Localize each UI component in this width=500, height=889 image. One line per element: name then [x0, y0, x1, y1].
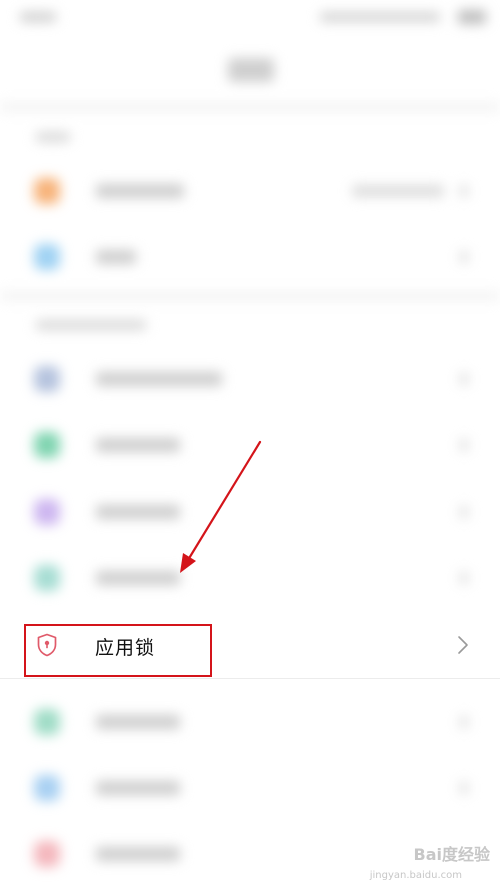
settings-row-label: [96, 781, 180, 795]
settings-row-label: [96, 847, 180, 861]
section-gap: [0, 102, 500, 112]
chevron-right-icon: [460, 251, 468, 263]
settings-row-label: [96, 250, 136, 264]
row-divider: [0, 678, 500, 679]
shield-lock-icon: [36, 633, 58, 657]
settings-row[interactable]: [0, 479, 500, 545]
settings-row-icon: [34, 178, 60, 204]
battery-icon: [458, 10, 486, 24]
settings-row-label: [96, 715, 180, 729]
settings-row[interactable]: [0, 545, 500, 611]
settings-row-label: [96, 372, 222, 386]
settings-row[interactable]: [0, 346, 500, 412]
status-indicators: [320, 12, 440, 22]
section-header: [36, 132, 70, 142]
status-bar: [0, 0, 500, 36]
settings-row[interactable]: [0, 755, 500, 821]
settings-row[interactable]: [0, 158, 500, 224]
settings-row-icon: [34, 366, 60, 392]
section-gap: [0, 291, 500, 301]
status-time: [20, 12, 56, 22]
chevron-right-icon: [460, 185, 468, 197]
settings-row-icon: [34, 841, 60, 867]
chevron-right-icon: [460, 716, 468, 728]
settings-row-label: [96, 505, 180, 519]
settings-row-label: [96, 184, 184, 198]
app-lock-label: 应用锁: [95, 637, 156, 659]
chevron-right-icon: [460, 506, 468, 518]
chevron-right-icon: [460, 572, 468, 584]
chevron-right-icon: [460, 439, 468, 451]
settings-row-icon: [34, 709, 60, 735]
page-title: [228, 58, 274, 82]
settings-row-label: [96, 438, 180, 452]
chevron-right-icon: [460, 782, 468, 794]
settings-row-icon: [34, 565, 60, 591]
settings-row-icon: [34, 432, 60, 458]
settings-row[interactable]: [0, 689, 500, 755]
settings-row[interactable]: [0, 412, 500, 478]
settings-row-icon: [34, 775, 60, 801]
chevron-right-icon: [460, 373, 468, 385]
watermark-url: jingyan.baidu.com: [369, 870, 462, 881]
watermark-brand: Bai度经验: [413, 845, 490, 864]
settings-row-label: [96, 571, 180, 585]
chevron-right-icon: [456, 635, 470, 655]
settings-row-value: [352, 185, 444, 197]
section-header: [36, 320, 146, 330]
settings-row-icon: [34, 499, 60, 525]
app-lock-row[interactable]: 应用锁: [0, 613, 500, 677]
settings-row-icon: [34, 244, 60, 270]
settings-row[interactable]: [0, 224, 500, 290]
